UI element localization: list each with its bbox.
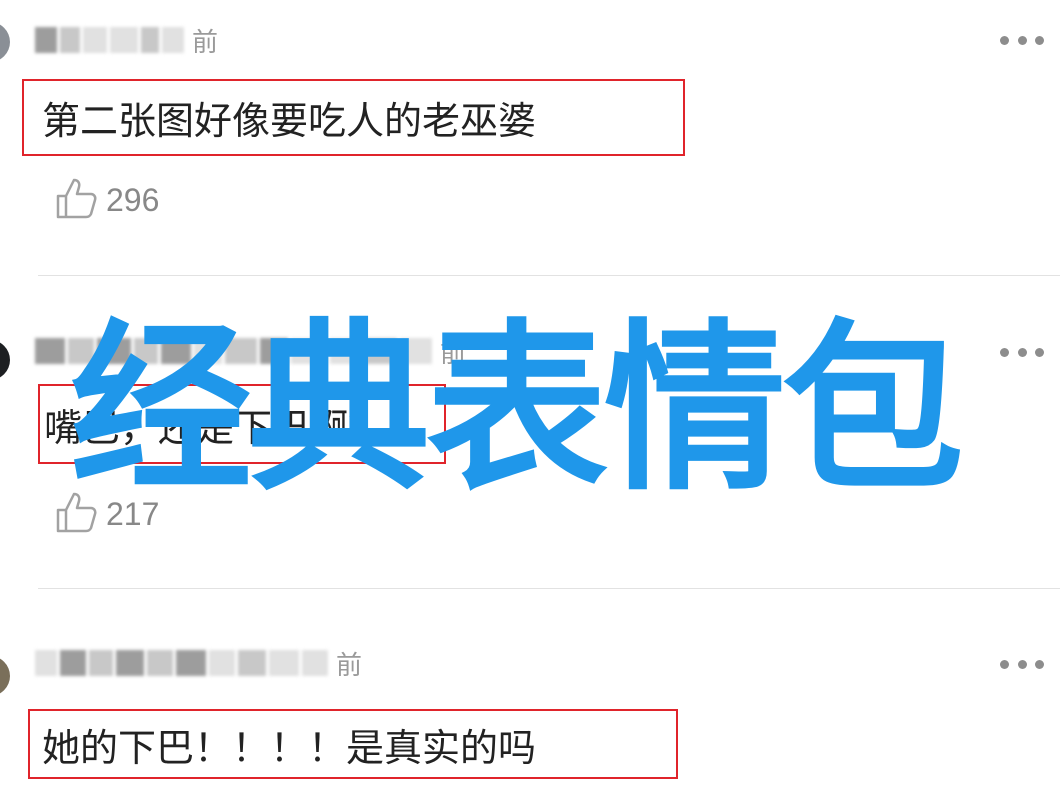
- avatar[interactable]: [0, 340, 10, 380]
- divider: [38, 588, 1060, 589]
- thumbs-up-icon: [54, 176, 98, 224]
- avatar[interactable]: [0, 656, 10, 696]
- divider: [38, 275, 1060, 276]
- comment-text: 她的下巴！！！！是真实的吗: [42, 725, 537, 770]
- like-count: 296: [106, 181, 160, 218]
- watermark-title: 经典表情包: [70, 303, 964, 515]
- comment-text-highlight: 第二张图好像要吃人的老巫婆: [22, 79, 685, 156]
- comment-meta: 前: [35, 25, 218, 58]
- comment-meta: 前: [35, 648, 362, 681]
- more-dots-icon[interactable]: [1000, 35, 1044, 45]
- comment-text: 第二张图好像要吃人的老巫婆: [42, 99, 537, 143]
- username-blurred[interactable]: [35, 650, 328, 676]
- more-dots-icon[interactable]: [1000, 347, 1044, 357]
- like-button[interactable]: 296: [54, 178, 159, 222]
- comment-time: 前: [336, 650, 363, 681]
- avatar[interactable]: [0, 22, 10, 62]
- comment-time: 前: [192, 27, 219, 58]
- comment-text-highlight: 她的下巴！！！！是真实的吗: [28, 709, 678, 779]
- username-blurred[interactable]: [35, 27, 184, 53]
- more-dots-icon[interactable]: [1000, 659, 1044, 669]
